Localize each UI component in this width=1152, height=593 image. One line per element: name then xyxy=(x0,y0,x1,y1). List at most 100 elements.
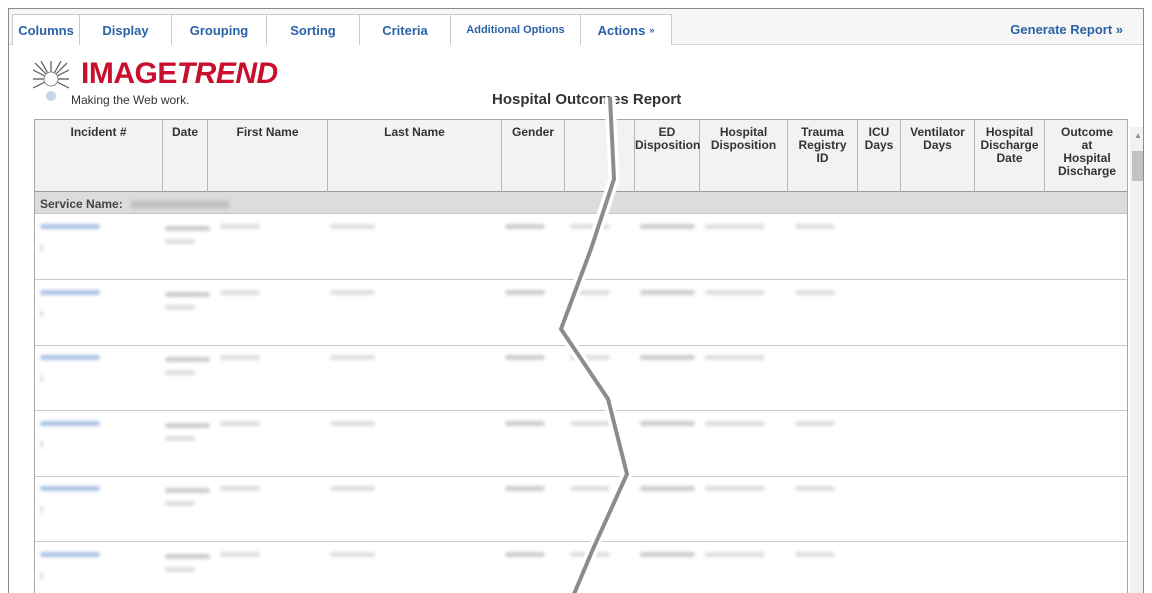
redacted-cell xyxy=(165,488,210,493)
column-label: Date xyxy=(171,125,198,139)
redacted-mark xyxy=(40,375,43,382)
redacted-mark xyxy=(40,506,43,513)
redacted-cell xyxy=(165,226,210,231)
redacted-cell xyxy=(330,355,375,360)
column-label: First Name xyxy=(236,125,299,139)
redacted-cell xyxy=(330,224,375,229)
redacted-cell xyxy=(795,486,835,491)
redacted-cell xyxy=(570,421,610,426)
column-label: Ventilator Days xyxy=(910,125,965,152)
brand-main-text: IMAGE xyxy=(81,57,177,90)
column-label: ICU Days xyxy=(864,125,894,152)
redacted-cell xyxy=(570,224,610,229)
tab-label: Actions xyxy=(597,22,646,38)
imagetrend-logo: IMAGETREND Making the Web work. xyxy=(33,57,283,113)
col-header-hospital-disposition[interactable]: Hospital Disposition xyxy=(700,120,788,192)
tab-label: Grouping xyxy=(189,22,249,38)
redacted-cell xyxy=(220,421,260,426)
col-header-incident[interactable]: Incident # xyxy=(35,120,163,192)
scroll-thumb[interactable] xyxy=(1132,151,1143,181)
redacted-cell xyxy=(165,567,195,572)
report-title: Hospital Outcomes Report xyxy=(492,91,682,108)
tab-grouping[interactable]: Grouping xyxy=(171,14,267,45)
table-row[interactable] xyxy=(35,214,1127,280)
col-header-last-name[interactable]: Last Name xyxy=(328,120,502,192)
col-header-trauma-registry-id[interactable]: Trauma Registry ID xyxy=(788,120,858,192)
tab-label: Criteria xyxy=(382,22,428,38)
redacted-mark xyxy=(40,244,43,251)
redacted-cell xyxy=(40,290,100,295)
redacted-cell xyxy=(640,421,695,426)
redacted-cell xyxy=(705,421,765,426)
col-header-first-name[interactable]: First Name xyxy=(208,120,328,192)
column-label: Hospital Disposition xyxy=(710,125,777,152)
column-label: Trauma Registry ID xyxy=(798,125,847,165)
brand-italic-text: TREND xyxy=(176,57,278,90)
redacted-cell xyxy=(165,423,210,428)
tab-actions[interactable]: Actions » xyxy=(580,14,672,45)
col-header-hospital-discharge-date[interactable]: Hospital Discharge Date xyxy=(975,120,1045,192)
redacted-cell xyxy=(330,552,375,557)
redacted-cell xyxy=(505,552,545,557)
redacted-cell xyxy=(40,421,100,426)
table-row[interactable] xyxy=(35,476,1127,542)
col-header-date[interactable]: Date xyxy=(163,120,208,192)
redacted-cell xyxy=(330,421,375,426)
redacted-cell xyxy=(795,290,835,295)
tab-display[interactable]: Display xyxy=(79,14,172,45)
redacted-cell xyxy=(705,224,765,229)
table-header: Incident # Date First Name Last Name Gen… xyxy=(35,120,1127,192)
generate-report-link[interactable]: Generate Report » xyxy=(1010,22,1123,37)
column-label: Hospital Discharge Date xyxy=(980,125,1039,165)
redacted-cell xyxy=(640,355,695,360)
redacted-cell xyxy=(40,224,100,229)
redacted-cell xyxy=(165,239,195,244)
service-value-redacted xyxy=(130,201,231,209)
redacted-cell xyxy=(165,305,195,310)
scroll-up-arrow-icon[interactable]: ▲ xyxy=(1134,131,1142,140)
redacted-cell xyxy=(40,355,100,360)
redacted-cell xyxy=(505,421,545,426)
redacted-cell xyxy=(795,421,835,426)
redacted-cell xyxy=(330,486,375,491)
tab-columns[interactable]: Columns xyxy=(12,14,80,45)
redacted-cell xyxy=(640,552,695,557)
redacted-cell xyxy=(220,224,260,229)
tab-criteria[interactable]: Criteria xyxy=(359,14,451,45)
col-header-ed-disposition[interactable]: ED Disposition xyxy=(635,120,700,192)
redacted-cell xyxy=(40,552,100,557)
group-row-service: Service Name: xyxy=(35,192,1127,214)
vertical-scrollbar[interactable]: ▲ xyxy=(1130,127,1143,593)
tab-strip: Columns Display Grouping Sorting Criteri… xyxy=(12,14,672,45)
table-row[interactable] xyxy=(35,280,1127,346)
col-header-ventilator-days[interactable]: Ventilator Days xyxy=(901,120,975,192)
table-row[interactable] xyxy=(35,411,1127,477)
redacted-cell xyxy=(505,290,545,295)
redacted-cell xyxy=(165,501,195,506)
redacted-cell xyxy=(165,554,210,559)
col-header-gender[interactable]: Gender xyxy=(502,120,565,192)
tab-sorting[interactable]: Sorting xyxy=(266,14,360,45)
col-header-icu-days[interactable]: ICU Days xyxy=(858,120,901,192)
redacted-cell xyxy=(705,290,765,295)
redacted-cell xyxy=(40,486,100,491)
tab-additional-options[interactable]: Additional Options xyxy=(450,14,581,45)
redacted-cell xyxy=(795,224,835,229)
tab-label: Additional Options xyxy=(466,24,565,36)
redacted-cell xyxy=(640,486,695,491)
redacted-cell xyxy=(220,355,260,360)
redacted-cell xyxy=(640,290,695,295)
redacted-mark xyxy=(40,441,43,448)
tab-label: Display xyxy=(102,22,149,38)
table-row[interactable] xyxy=(35,542,1127,593)
col-header-hidden[interactable] xyxy=(565,120,635,192)
column-label: Last Name xyxy=(384,125,445,139)
col-header-outcome[interactable]: Outcome at Hospital Discharge xyxy=(1045,120,1127,192)
service-label: Service Name: xyxy=(40,197,123,211)
redacted-cell xyxy=(165,370,195,375)
redacted-cell xyxy=(505,355,545,360)
redacted-cell xyxy=(505,224,545,229)
brand-wordmark: IMAGETREND xyxy=(81,57,278,91)
table-row[interactable] xyxy=(35,345,1127,411)
report-toolbar: Columns Display Grouping Sorting Criteri… xyxy=(9,9,1143,45)
